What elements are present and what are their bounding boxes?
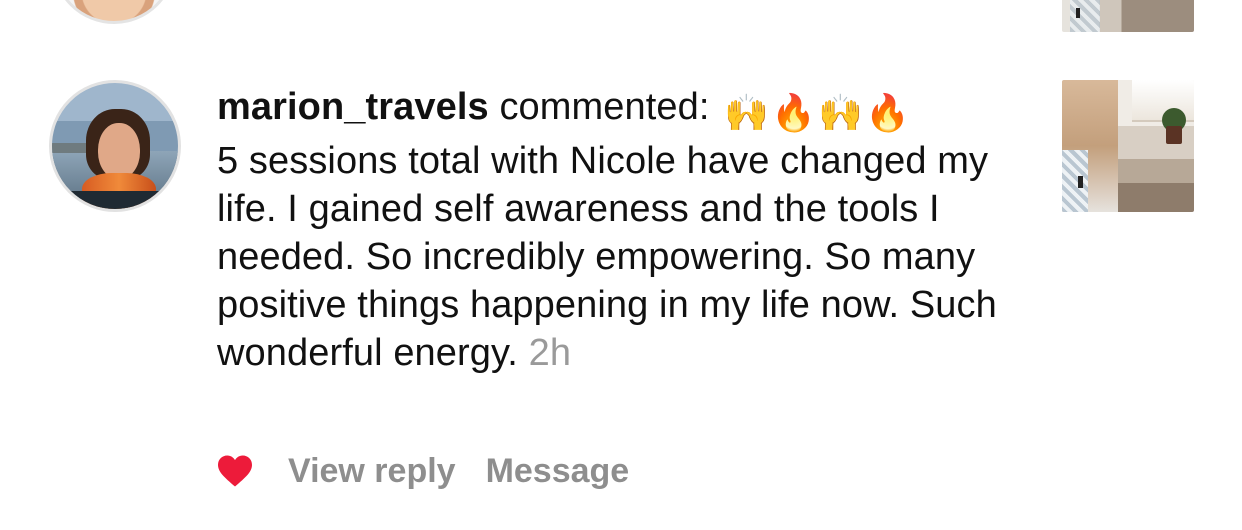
comment-timestamp: 2h [528,332,572,374]
avatar-face [98,123,140,179]
previous-user-avatar[interactable] [52,0,176,24]
comment-username[interactable]: marion_travels [217,86,489,128]
raised-hands-emoji: 🙌 [724,92,770,133]
thumbnail-pattern [1062,150,1088,212]
comment-action-text: commented: [499,86,710,128]
raised-hands-emoji: 🙌 [818,92,864,133]
fire-emoji: 🔥 [865,92,910,133]
thumbnail-mark [1078,176,1083,188]
comment-emojis: 🙌🔥🙌🔥 [724,89,912,137]
post-thumbnail[interactable] [1062,80,1194,212]
fire-emoji: 🔥 [771,92,817,133]
avatar-jacket [68,191,168,209]
comment-actions: View reply Message [216,448,659,494]
commenter-avatar[interactable] [49,80,181,212]
message-button[interactable]: Message [486,452,630,491]
view-reply-button[interactable]: View reply [288,452,456,491]
previous-post-thumbnail[interactable] [1062,0,1194,32]
comment-text: 5 sessions total with Nicole have change… [217,140,997,374]
heart-icon[interactable] [216,454,254,488]
thumbnail-pot [1166,126,1182,144]
comment-body: marion_travels commented: 🙌🔥🙌🔥 5 session… [217,83,1047,377]
